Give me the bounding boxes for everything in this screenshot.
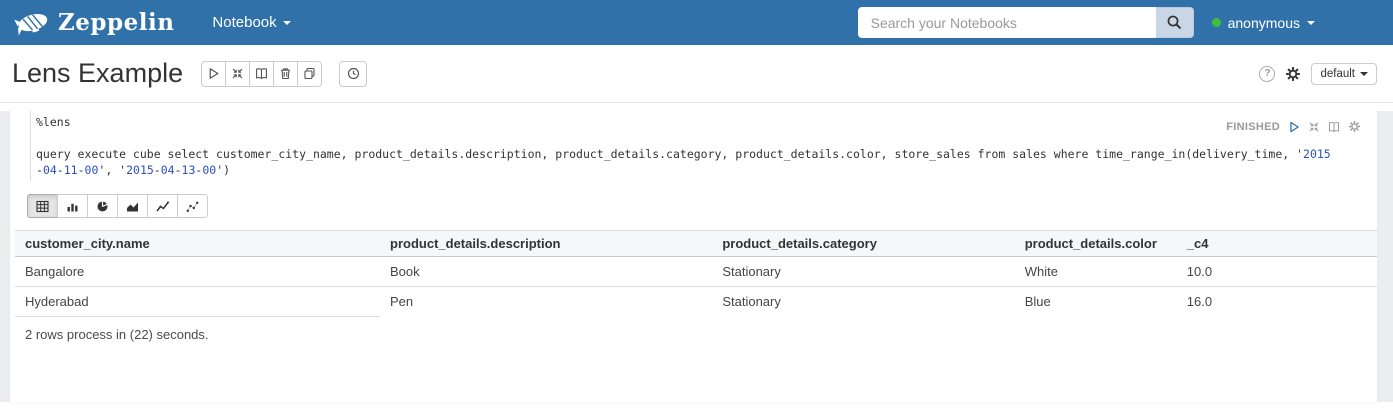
brand-wordmark: Zeppelin bbox=[58, 9, 174, 36]
compress-paragraphs-button[interactable] bbox=[225, 61, 250, 87]
table-display-button[interactable] bbox=[27, 194, 58, 218]
help-button[interactable]: ? bbox=[1259, 66, 1275, 82]
paragraph-controls: FINISHED bbox=[1226, 120, 1361, 133]
search-input[interactable] bbox=[858, 7, 1156, 38]
table-cell: Hyderabad bbox=[15, 287, 380, 317]
pie-chart-display-button[interactable] bbox=[87, 194, 118, 218]
connection-status-dot-icon bbox=[1212, 18, 1221, 27]
caret-down-icon bbox=[283, 21, 291, 25]
code-editor-text[interactable]: %lens query execute cube select customer… bbox=[30, 111, 1282, 181]
column-header[interactable]: product_details.color bbox=[1015, 231, 1177, 257]
toggle-editor-book-button[interactable] bbox=[1328, 121, 1340, 133]
scatter-chart-display-button[interactable] bbox=[177, 194, 208, 218]
navbar: Zeppelin Notebook anonymous bbox=[0, 0, 1393, 45]
search-magnifier-icon bbox=[1166, 14, 1183, 31]
result-table: customer_city.nameproduct_details.descri… bbox=[15, 230, 1377, 317]
note-body-background: FINISHED %lens query execute cube select… bbox=[0, 111, 1393, 402]
titlebar-right-controls: ? default bbox=[1259, 63, 1377, 85]
table-cell: Stationary bbox=[712, 257, 1014, 287]
notebook-menu-label: Notebook bbox=[212, 14, 276, 31]
compress-paragraph-button[interactable] bbox=[1308, 121, 1320, 133]
clone-note-button[interactable] bbox=[297, 61, 322, 87]
paragraph-card: FINISHED %lens query execute cube select… bbox=[10, 111, 1377, 402]
note-titlebar: Lens Example ? default bbox=[0, 45, 1393, 103]
interpreter-binding-label: default bbox=[1320, 68, 1355, 80]
run-all-paragraphs-button[interactable] bbox=[201, 61, 226, 87]
interpreter-binding-button[interactable]: default bbox=[1311, 63, 1377, 85]
note-title[interactable]: Lens Example bbox=[12, 58, 183, 89]
column-header[interactable]: _c4 bbox=[1177, 231, 1377, 257]
table-cell: Pen bbox=[380, 287, 712, 317]
column-header[interactable]: product_details.description bbox=[380, 231, 712, 257]
scheduler-clock-button[interactable] bbox=[339, 61, 367, 87]
line-chart-display-button[interactable] bbox=[147, 194, 178, 218]
table-cell: Blue bbox=[1015, 287, 1177, 317]
user-menu[interactable]: anonymous bbox=[1212, 15, 1315, 31]
table-cell: Stationary bbox=[712, 287, 1014, 317]
table-row: HyderabadPenStationaryBlue16.0 bbox=[15, 287, 1377, 317]
notebook-menu[interactable]: Notebook bbox=[212, 14, 290, 31]
display-type-buttons bbox=[27, 194, 208, 218]
paragraph-status-badge: FINISHED bbox=[1226, 121, 1280, 133]
paragraph-settings-gear-icon[interactable] bbox=[1348, 120, 1361, 133]
show-hide-code-book-button[interactable] bbox=[249, 61, 274, 87]
remove-note-trash-button[interactable] bbox=[273, 61, 298, 87]
result-body: BangaloreBookStationaryWhite10.0Hyderaba… bbox=[15, 257, 1377, 317]
caret-down-icon bbox=[1307, 21, 1315, 25]
caret-down-icon bbox=[1360, 72, 1368, 76]
note-toolbar bbox=[201, 61, 322, 87]
table-cell: White bbox=[1015, 257, 1177, 287]
run-paragraph-play-button[interactable] bbox=[1288, 121, 1300, 133]
search-button[interactable] bbox=[1156, 7, 1194, 38]
column-header[interactable]: product_details.category bbox=[712, 231, 1014, 257]
bar-chart-display-button[interactable] bbox=[57, 194, 88, 218]
table-cell: Bangalore bbox=[15, 257, 380, 287]
result-header-row: customer_city.nameproduct_details.descri… bbox=[15, 231, 1377, 257]
table-row: BangaloreBookStationaryWhite10.0 bbox=[15, 257, 1377, 287]
username-label: anonymous bbox=[1228, 15, 1300, 31]
table-cell: 16.0 bbox=[1177, 287, 1377, 317]
notebook-search bbox=[858, 7, 1194, 38]
table-cell: 10.0 bbox=[1177, 257, 1377, 287]
zeppelin-blimp-logo-icon bbox=[14, 8, 52, 38]
table-cell: Book bbox=[380, 257, 712, 287]
area-chart-display-button[interactable] bbox=[117, 194, 148, 218]
column-header[interactable]: customer_city.name bbox=[15, 231, 380, 257]
zeppelin-brand[interactable]: Zeppelin bbox=[14, 8, 174, 38]
note-settings-gear-icon[interactable] bbox=[1285, 66, 1301, 82]
result-footer-text: 2 rows process in (22) seconds. bbox=[25, 327, 1377, 342]
